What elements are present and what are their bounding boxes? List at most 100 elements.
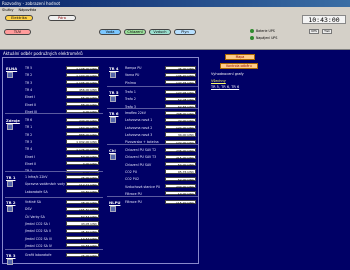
meter-value: 14,57 kWh <box>66 236 99 241</box>
meter-value: 33,60 kWh <box>66 189 99 194</box>
meter-label: TR 5 <box>25 66 33 70</box>
window-titlebar: Rozvodny - zobrazení hodnot <box>0 0 350 7</box>
chart-icon[interactable] <box>7 72 13 78</box>
ups-battery-label: Baterie UPS <box>256 29 275 33</box>
meter-value: 43,05 kWh <box>66 221 99 226</box>
meter-value: 136,20 kWh <box>165 72 196 78</box>
status-led-icon <box>250 29 254 33</box>
ups-battery-status: Baterie UPS <box>250 29 275 33</box>
meter-value: 59,00 kWh <box>66 154 99 159</box>
meter-label: TR 3 <box>25 80 33 85</box>
meter-value: 798,00 kWh <box>165 110 196 116</box>
meter-label: Trafo 1 <box>125 90 136 94</box>
chart-icon[interactable] <box>7 259 13 265</box>
btn-para[interactable]: Pára <box>48 15 76 21</box>
meter-value: 1 100,00 kWh <box>66 72 99 78</box>
chart-icon[interactable] <box>7 124 13 130</box>
meter-value: 115,20 kWh <box>165 199 196 205</box>
meter-label: Plnírna <box>125 80 136 85</box>
charts-tr-link[interactable]: TR 5, TR 6, TR 6 <box>211 85 239 89</box>
meter-value: 72,00 kWh <box>165 117 196 123</box>
meter-value: 456,00 kWh <box>66 87 99 92</box>
btn-tuv[interactable]: TÚV <box>4 29 31 35</box>
meter-value: 240,00 kWh <box>66 117 99 123</box>
meter-value: 888,00 kWh <box>66 132 99 137</box>
meter-label: Čtí Varby SA <box>25 214 45 219</box>
toolbar: Elektrika Pára TÚV Voda Chlazení Vzduch … <box>0 13 350 50</box>
meter-label: Rampa PU <box>125 66 142 70</box>
meter-label: Filtrace PU <box>125 200 142 204</box>
meter-group-title: ELNA <box>6 66 18 71</box>
main-panel: Aktuální odběr podružných elektroměrů EL… <box>0 50 350 270</box>
divider <box>107 144 198 145</box>
divider <box>5 113 103 114</box>
meter-label: Vrátné SA <box>25 200 41 204</box>
meter-label: Úpravna vodárnách vody <box>25 182 66 187</box>
meter-label: Lahvovna nová 2 <box>125 125 153 130</box>
meter-value: 236,00 kWh <box>165 147 196 153</box>
meter-label: Jímání CO2 SA III <box>25 236 52 241</box>
meter-value: 34,55 kWh <box>66 243 99 248</box>
meter-group-title: Zdroje <box>6 118 20 123</box>
charts-all-link[interactable]: Všechny <box>211 79 226 83</box>
chart-icon[interactable] <box>110 72 116 78</box>
status-led-icon <box>250 36 254 40</box>
meter-group-title: TR 2 <box>6 200 16 205</box>
chart-icon[interactable] <box>7 206 13 212</box>
chart-icon[interactable] <box>110 117 116 123</box>
ups-power-status: Napájení UPS <box>250 36 277 40</box>
mini-button-ups[interactable]: UPS <box>309 29 319 34</box>
meter-value: 62,54 kWh <box>66 214 99 219</box>
meter-value: 0,00 kWh <box>66 161 99 166</box>
meter-group-title: TR 1 <box>6 175 16 180</box>
btn-elektrika[interactable]: Elektrika <box>5 15 33 21</box>
meter-label: TR 2 <box>25 73 33 78</box>
charts-group-title: Vyhodnocení grafy <box>211 72 244 76</box>
meter-group-title: TR 6 <box>109 111 119 116</box>
chart-icon[interactable] <box>110 96 116 102</box>
chart-icon[interactable] <box>7 181 13 187</box>
meter-value: 38,00 kWh <box>66 199 99 205</box>
check-consumption-button[interactable]: Kontrola odběru <box>220 63 258 69</box>
btn-vzduch[interactable]: Vzduch <box>149 29 171 35</box>
divider <box>107 86 198 87</box>
meter-label: Trafo 2 <box>125 97 136 102</box>
meter-group-title: NLPU <box>109 200 121 205</box>
meter-label: Elnet II <box>25 161 37 166</box>
meter-value: 124,00 kWh <box>165 125 196 130</box>
meter-value: 88,00 kWh <box>66 102 99 107</box>
meter-group-title: Chl <box>109 148 116 153</box>
meter-label: TR 4 <box>25 147 33 152</box>
mini-button-print[interactable]: Tisk <box>322 29 332 34</box>
meter-label: DSV <box>25 207 32 212</box>
meter-label: Chlazení PU SAV T2 <box>125 148 157 152</box>
meters-area: ELNA TR 5 1 198,00 kWh TR 2 1 100,00 kWh TR 3… <box>2 57 199 265</box>
chart-icon[interactable] <box>110 206 116 212</box>
btn-chlazeni[interactable]: Chlazení <box>124 29 146 35</box>
btn-voda[interactable]: Voda <box>99 29 121 35</box>
divider <box>5 197 103 198</box>
meter-value: 34,00 kWh <box>165 132 196 137</box>
chart-icon[interactable] <box>110 154 116 160</box>
meter-value: 95,76 kWh <box>165 169 196 174</box>
meter-value: 1 198,00 kWh <box>66 65 99 71</box>
meter-value: 54,00 kWh <box>165 162 196 167</box>
meter-label: TR 3 <box>25 139 33 144</box>
divider <box>5 171 103 172</box>
meter-value: 52,08 kWh <box>165 96 196 102</box>
meter-value: 230,00 kWh <box>165 184 196 189</box>
meter-label: Jímání CO2 SA II <box>25 229 51 234</box>
meter-label: CO2 PU <box>125 169 138 174</box>
divider <box>107 108 198 109</box>
map-button[interactable]: Mapa <box>225 54 255 60</box>
btn-plyn[interactable]: Plyn <box>174 29 196 35</box>
meter-label: Chlazení PU SAV T3 <box>125 155 157 160</box>
meter-label: Grafit laboratoře <box>25 253 52 257</box>
meter-label: CO2 PU2 <box>125 177 140 182</box>
meter-value: 1 032,00 kWh <box>66 139 99 144</box>
meter-value: 52,00 kWh <box>165 176 196 182</box>
meter-value: 165,50 kWh <box>66 206 99 212</box>
meter-label: TR 2 <box>25 132 33 137</box>
meter-label: Vzduchová stanice PU <box>125 184 161 189</box>
meter-group-title: TR 5 <box>109 90 119 95</box>
